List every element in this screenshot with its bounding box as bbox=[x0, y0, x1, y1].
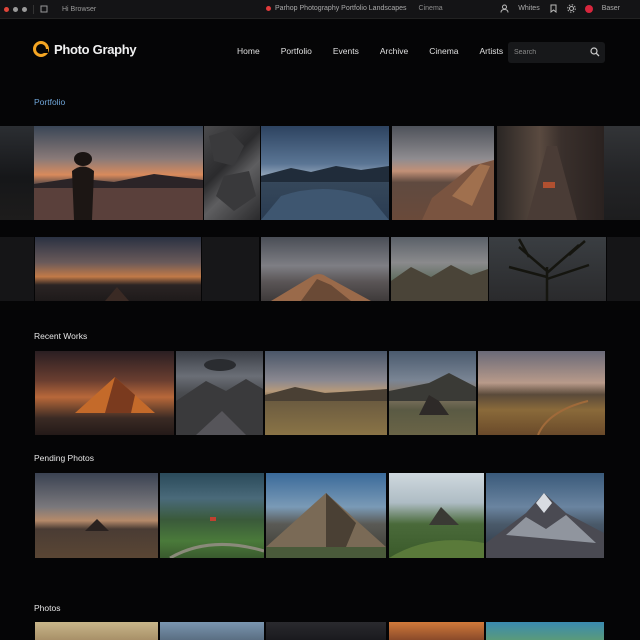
photo-tile[interactable] bbox=[478, 351, 605, 435]
photo-image bbox=[176, 359, 263, 435]
minimize-window-icon[interactable] bbox=[13, 6, 18, 12]
photo-tile[interactable] bbox=[160, 622, 264, 640]
toolbar-label[interactable]: Baser bbox=[602, 5, 620, 12]
url-text[interactable]: Parhop Photography Portfolio Landscapes bbox=[275, 5, 407, 12]
photo-tile[interactable] bbox=[266, 473, 386, 558]
photo-image bbox=[266, 493, 386, 558]
photo-image bbox=[209, 130, 256, 211]
profile-avatar[interactable] bbox=[584, 4, 593, 13]
photo-image bbox=[75, 377, 155, 413]
search-input[interactable] bbox=[514, 49, 584, 56]
photo-tile[interactable] bbox=[176, 351, 263, 435]
photo-image bbox=[422, 160, 494, 220]
photo-tile[interactable] bbox=[392, 126, 494, 220]
photo-image bbox=[486, 493, 604, 558]
section-title-photos: Photos bbox=[34, 603, 61, 613]
browser-toolbar: Hi Browser Parhop Photography Portfolio … bbox=[0, 0, 640, 19]
photo-tile[interactable] bbox=[389, 351, 476, 435]
maximize-window-icon[interactable] bbox=[22, 6, 27, 12]
nav-item-cinema[interactable]: Cinema bbox=[429, 46, 458, 56]
photo-tile[interactable] bbox=[604, 126, 640, 220]
search-box[interactable] bbox=[508, 42, 605, 63]
photo-tile[interactable] bbox=[0, 237, 34, 301]
photo-image bbox=[537, 400, 589, 435]
photo-tile[interactable] bbox=[391, 237, 488, 301]
page-icon bbox=[40, 5, 48, 13]
toolbar-label[interactable]: Whites bbox=[518, 5, 539, 12]
search-icon[interactable] bbox=[590, 47, 600, 57]
photo-tile[interactable] bbox=[266, 622, 386, 640]
photo-tile[interactable] bbox=[0, 126, 34, 220]
account-icon[interactable] bbox=[500, 4, 509, 13]
bookmark-icon[interactable] bbox=[549, 4, 558, 13]
site-logo[interactable]: Photo Graphy bbox=[33, 41, 137, 57]
photo-tile[interactable] bbox=[35, 622, 158, 640]
photo-image bbox=[265, 387, 387, 401]
nav-item-events[interactable]: Events bbox=[333, 46, 359, 56]
photo-tile[interactable] bbox=[389, 473, 484, 558]
section-title-pending-photos: Pending Photos bbox=[34, 453, 95, 463]
nav-item-portfolio[interactable]: Portfolio bbox=[281, 46, 312, 56]
section-title-portfolio: Portfolio bbox=[34, 97, 66, 107]
nav-item-artists[interactable]: Artists bbox=[480, 46, 504, 56]
photo-tile[interactable] bbox=[265, 351, 387, 435]
photo-tile[interactable] bbox=[497, 126, 604, 220]
photo-image bbox=[169, 517, 264, 558]
photo-tile[interactable] bbox=[489, 237, 606, 301]
photo-image bbox=[105, 287, 129, 301]
photo-image bbox=[527, 146, 577, 220]
photo-tile[interactable] bbox=[204, 126, 260, 220]
nav-item-home[interactable]: Home bbox=[237, 46, 260, 56]
address-bar[interactable]: Parhop Photography Portfolio Landscapes … bbox=[266, 5, 443, 12]
section-title-recent-works: Recent Works bbox=[34, 331, 88, 341]
photo-image bbox=[271, 274, 371, 301]
photo-tile[interactable] bbox=[34, 126, 203, 220]
logo-text: Photo Graphy bbox=[54, 41, 137, 57]
photo-image bbox=[85, 519, 109, 531]
photo-tile[interactable] bbox=[202, 237, 259, 301]
photo-tile[interactable] bbox=[261, 237, 389, 301]
divider bbox=[33, 4, 34, 14]
settings-icon[interactable] bbox=[566, 4, 576, 13]
photo-tile[interactable] bbox=[486, 473, 604, 558]
photo-tile[interactable] bbox=[35, 237, 201, 301]
nav-item-archive[interactable]: Archive bbox=[380, 46, 408, 56]
photo-tile[interactable] bbox=[389, 622, 484, 640]
toolbar-right: Whites Baser bbox=[500, 4, 620, 13]
photo-tile[interactable] bbox=[35, 351, 174, 435]
photo-tile[interactable] bbox=[607, 237, 640, 301]
logo-icon bbox=[33, 41, 49, 57]
tab-title[interactable]: Hi Browser bbox=[62, 6, 96, 13]
close-window-icon[interactable] bbox=[4, 6, 9, 12]
photo-image bbox=[389, 373, 476, 415]
photo-tile[interactable] bbox=[35, 473, 158, 558]
photo-tile[interactable] bbox=[261, 126, 389, 220]
url-extra: Cinema bbox=[418, 5, 443, 12]
photo-tile[interactable] bbox=[160, 473, 264, 558]
photo-tile[interactable] bbox=[486, 622, 604, 640]
main-nav: Home Portfolio Events Archive Cinema Art… bbox=[237, 46, 503, 56]
photo-image bbox=[261, 166, 389, 220]
photo-image bbox=[34, 152, 203, 220]
photo-image bbox=[391, 265, 488, 301]
record-icon bbox=[266, 6, 271, 11]
photo-image bbox=[508, 238, 590, 301]
photo-image bbox=[389, 507, 484, 558]
